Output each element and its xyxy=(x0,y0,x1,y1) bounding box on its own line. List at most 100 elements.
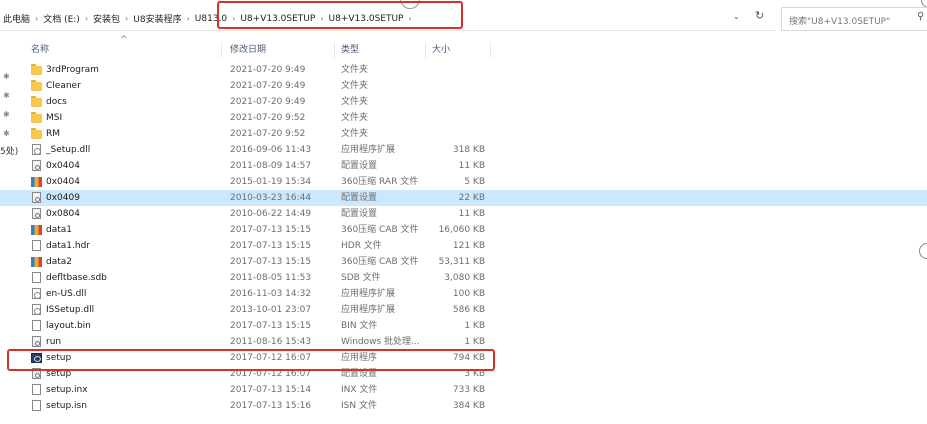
chevron-right-icon[interactable]: › xyxy=(406,14,413,23)
file-list: 3rdProgram 2021-07-20 9:49 文件夹 Cleaner 2021-… xyxy=(0,62,927,414)
file-row[interactable]: docs 2021-07-20 9:49 文件夹 xyxy=(0,94,927,110)
chevron-right-icon[interactable]: › xyxy=(185,14,192,23)
file-icon xyxy=(32,272,41,283)
chevron-down-icon[interactable]: ⌄ xyxy=(733,12,740,21)
file-type: 文件夹 xyxy=(341,129,369,139)
config-icon xyxy=(32,160,41,171)
chevron-right-icon[interactable]: › xyxy=(123,14,130,23)
file-date: 2021-07-20 9:49 xyxy=(230,81,306,91)
file-row[interactable]: setup 2017-07-12 16:07 配置设置 3 KB xyxy=(0,366,927,382)
file-name: _Setup.dll xyxy=(46,145,91,155)
file-date: 2011-08-09 14:57 xyxy=(230,161,312,171)
column-header-size[interactable]: 大小 xyxy=(432,42,491,58)
breadcrumb-this-pc[interactable]: 此电脑 xyxy=(0,12,33,25)
file-date: 2011-08-05 11:53 xyxy=(230,273,312,283)
column-header-type[interactable]: 类型 xyxy=(341,42,426,58)
column-header-date[interactable]: 修改日期 xyxy=(230,42,335,58)
column-header-row: 名称 ^ 修改日期 类型 大小 xyxy=(0,35,927,60)
file-date: 2021-07-20 9:52 xyxy=(230,113,306,123)
file-row[interactable]: 3rdProgram 2021-07-20 9:49 文件夹 xyxy=(0,62,927,78)
file-row[interactable]: 0x0404 2015-01-19 15:34 360压缩 RAR 文件 5 KB xyxy=(0,174,927,190)
file-type: BIN 文件 xyxy=(341,321,378,331)
chevron-right-icon[interactable]: › xyxy=(83,14,90,23)
breadcrumb-u8-setup-current[interactable]: U8+V13.0SETUP xyxy=(326,14,407,24)
file-name: 0x0409 xyxy=(46,193,80,203)
file-date: 2017-07-13 15:15 xyxy=(230,241,312,251)
file-row[interactable]: run 2011-08-16 15:43 Windows 批处理... 1 KB xyxy=(0,334,927,350)
file-row[interactable]: MSI 2021-07-20 9:52 文件夹 xyxy=(0,110,927,126)
file-date: 2010-03-23 16:44 xyxy=(230,193,312,203)
file-size: 3,080 KB xyxy=(444,273,485,283)
file-row[interactable]: defltbase.sdb 2011-08-05 11:53 SDB 文件 3,080… xyxy=(0,270,927,286)
address-bar[interactable]: 此电脑 › 文档 (E:) › 安装包 › U8安装程序 › U813.0 › … xyxy=(0,7,776,31)
file-date: 2017-07-13 15:16 xyxy=(230,401,312,411)
file-name: setup xyxy=(46,353,72,363)
file-row[interactable]: ISSetup.dll 2013-10-01 23:07 应用程序扩展 586 KB xyxy=(0,302,927,318)
file-type: ISN 文件 xyxy=(341,401,377,411)
file-type: INX 文件 xyxy=(341,385,378,395)
chevron-right-icon[interactable]: › xyxy=(33,14,40,23)
file-row[interactable]: _Setup.dll 2016-09-06 11:43 应用程序扩展 318 KB xyxy=(0,142,927,158)
file-name: docs xyxy=(46,97,67,107)
file-type: 文件夹 xyxy=(341,65,369,75)
file-name: en-US.dll xyxy=(46,289,87,299)
file-date: 2017-07-12 16:07 xyxy=(230,369,312,379)
file-icon xyxy=(32,240,41,251)
folder-icon xyxy=(31,64,42,75)
file-row[interactable]: setup.inx 2017-07-13 15:14 INX 文件 733 KB xyxy=(0,382,927,398)
file-icon xyxy=(32,320,41,331)
breadcrumb-drive-e[interactable]: 文档 (E:) xyxy=(40,12,83,25)
search-icon[interactable]: ⚲ xyxy=(917,11,924,22)
file-name: data2 xyxy=(46,257,72,267)
dll-icon xyxy=(32,288,41,299)
file-type: SDB 文件 xyxy=(341,273,381,283)
file-date: 2016-11-03 14:32 xyxy=(230,289,312,299)
archive-icon xyxy=(31,225,42,235)
file-row[interactable]: 0x0409 2010-03-23 16:44 配置设置 22 KB xyxy=(0,190,927,206)
file-type: 配置设置 xyxy=(341,161,378,171)
refresh-icon[interactable]: ↻ xyxy=(755,9,764,22)
chevron-right-icon[interactable]: › xyxy=(318,14,325,23)
breadcrumb-u8-installer[interactable]: U8安装程序 xyxy=(130,12,184,25)
file-date: 2021-07-20 9:52 xyxy=(230,129,306,139)
setup-exe-icon xyxy=(31,353,42,363)
file-date: 2010-06-22 14:49 xyxy=(230,209,312,219)
file-row[interactable]: 0x0804 2010-06-22 14:49 配置设置 11 KB xyxy=(0,206,927,222)
file-type: Windows 批处理... xyxy=(341,337,420,347)
file-row[interactable]: data1 2017-07-13 15:15 360压缩 CAB 文件 16,060 … xyxy=(0,222,927,238)
file-row[interactable]: 0x0404 2011-08-09 14:57 配置设置 11 KB xyxy=(0,158,927,174)
file-row[interactable]: layout.bin 2017-07-13 15:15 BIN 文件 1 KB xyxy=(0,318,927,334)
file-size: 22 KB xyxy=(458,193,485,203)
breadcrumb-installers[interactable]: 安装包 xyxy=(90,12,123,25)
file-type: 360压缩 CAB 文件 xyxy=(341,225,419,235)
file-type: HDR 文件 xyxy=(341,241,382,251)
file-date: 2017-07-13 15:15 xyxy=(230,225,312,235)
folder-icon xyxy=(31,80,42,91)
file-name: defltbase.sdb xyxy=(46,273,107,283)
dll-icon xyxy=(32,144,41,155)
file-type: 文件夹 xyxy=(341,113,369,123)
file-name: setup xyxy=(46,369,72,379)
file-row[interactable]: setup 2017-07-12 16:07 应用程序 794 KB xyxy=(0,350,927,366)
file-date: 2021-07-20 9:49 xyxy=(230,97,306,107)
breadcrumb-u8-setup-parent[interactable]: U8+V13.0SETUP xyxy=(237,14,318,24)
file-icon xyxy=(32,400,41,411)
search-input[interactable]: 搜索"U8+V13.0SETUP" xyxy=(781,7,927,31)
file-row[interactable]: Cleaner 2021-07-20 9:49 文件夹 xyxy=(0,78,927,94)
file-name: layout.bin xyxy=(46,321,91,331)
file-row[interactable]: data1.hdr 2017-07-13 15:15 HDR 文件 121 KB xyxy=(0,238,927,254)
file-name: 0x0804 xyxy=(46,209,80,219)
file-row[interactable]: data2 2017-07-13 15:15 360压缩 CAB 文件 53,311 … xyxy=(0,254,927,270)
file-row[interactable]: en-US.dll 2016-11-03 14:32 应用程序扩展 100 KB xyxy=(0,286,927,302)
file-type: 360压缩 RAR 文件 xyxy=(341,177,419,187)
file-name: 3rdProgram xyxy=(46,65,99,75)
file-row[interactable]: setup.isn 2017-07-13 15:16 ISN 文件 384 KB xyxy=(0,398,927,414)
file-size: 11 KB xyxy=(458,209,485,219)
file-row[interactable]: RM 2021-07-20 9:52 文件夹 xyxy=(0,126,927,142)
archive-icon xyxy=(31,257,42,267)
file-size: 5 KB xyxy=(464,177,485,187)
file-size: 586 KB xyxy=(452,305,485,315)
chevron-right-icon[interactable]: › xyxy=(230,14,237,23)
breadcrumb-u813[interactable]: U813.0 xyxy=(192,14,230,24)
batch-icon xyxy=(32,336,41,347)
